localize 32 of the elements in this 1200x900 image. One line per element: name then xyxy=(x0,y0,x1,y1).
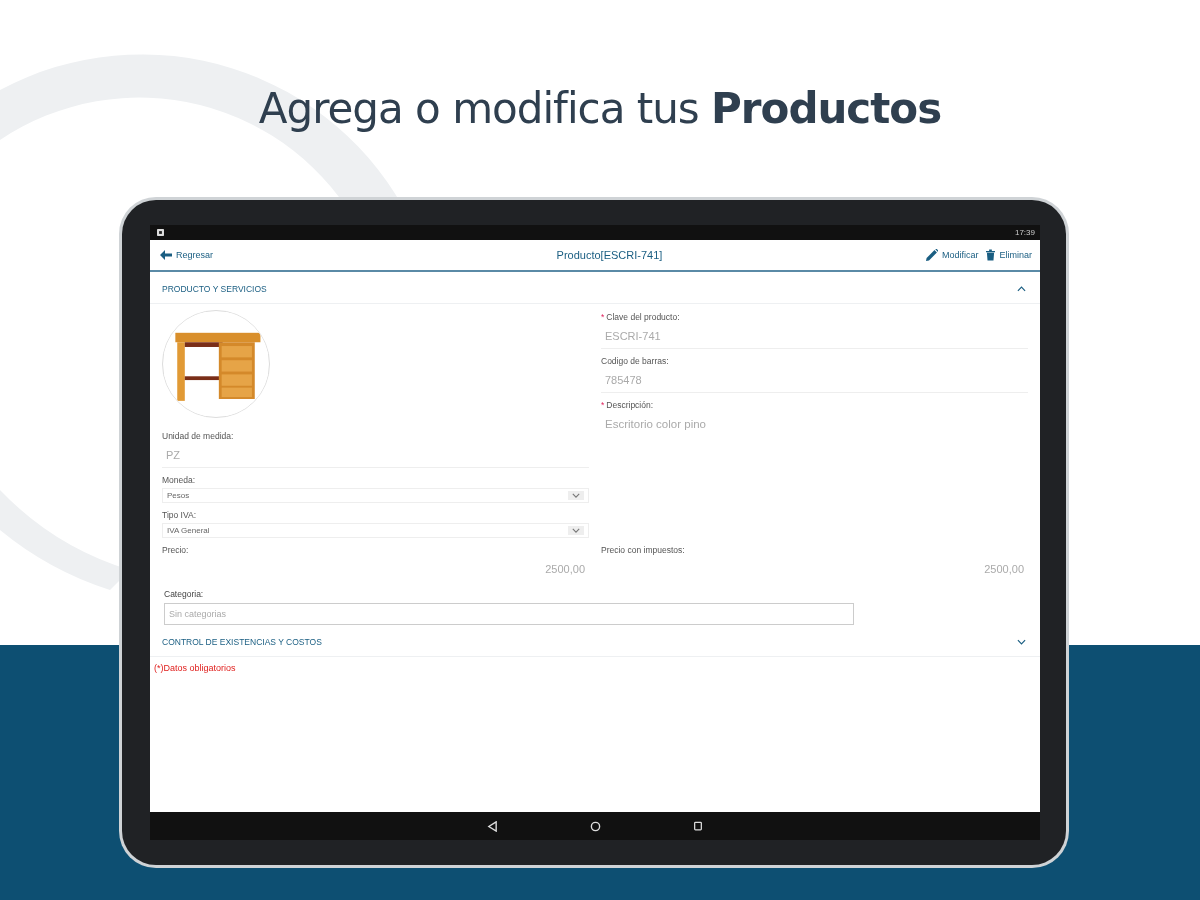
caret-icon xyxy=(568,526,584,535)
field-label: Precio con impuestos: xyxy=(601,545,685,555)
field-label: Moneda: xyxy=(162,475,196,485)
edit-button[interactable]: Modificar xyxy=(923,247,981,263)
field-label: Tipo IVA: xyxy=(162,510,196,520)
required-mark: * xyxy=(601,312,605,322)
pencil-icon xyxy=(925,249,938,261)
required-mark: * xyxy=(601,400,605,410)
dropdown[interactable]: Pesos xyxy=(162,488,589,503)
field-label: Codigo de barras: xyxy=(601,356,669,366)
section-header[interactable]: PRODUCTO Y SERVICIOS xyxy=(150,275,1040,304)
back-button[interactable]: Regresar xyxy=(158,248,215,262)
required-note: (*)Datos obligatorios xyxy=(153,662,237,675)
back-icon xyxy=(487,820,498,832)
recents-icon xyxy=(693,821,703,831)
home-icon xyxy=(590,820,601,832)
field-label: Categoria: xyxy=(164,589,205,599)
screen-title: Producto[ESCRI-741] xyxy=(556,249,663,261)
field-label: Clave del producto: xyxy=(606,312,680,322)
field-label: Precio: xyxy=(162,545,189,555)
caret-icon xyxy=(568,491,584,500)
category-field[interactable]: Sin categorias xyxy=(164,603,854,625)
status-time: 17:39 xyxy=(1014,228,1035,237)
back-arrow-icon xyxy=(160,250,172,260)
notification-icon xyxy=(157,229,164,236)
headline: Agrega o modifica tus Productos xyxy=(258,83,942,135)
delete-button[interactable]: Eliminar xyxy=(984,247,1034,263)
dropdown[interactable]: IVA General xyxy=(162,523,589,538)
field-label: Unidad de medida: xyxy=(162,431,234,441)
field-label: Descripción: xyxy=(606,400,654,410)
trash-icon xyxy=(986,249,996,261)
section-header[interactable]: CONTROL DE EXISTENCIAS Y COSTOS xyxy=(150,628,1040,657)
